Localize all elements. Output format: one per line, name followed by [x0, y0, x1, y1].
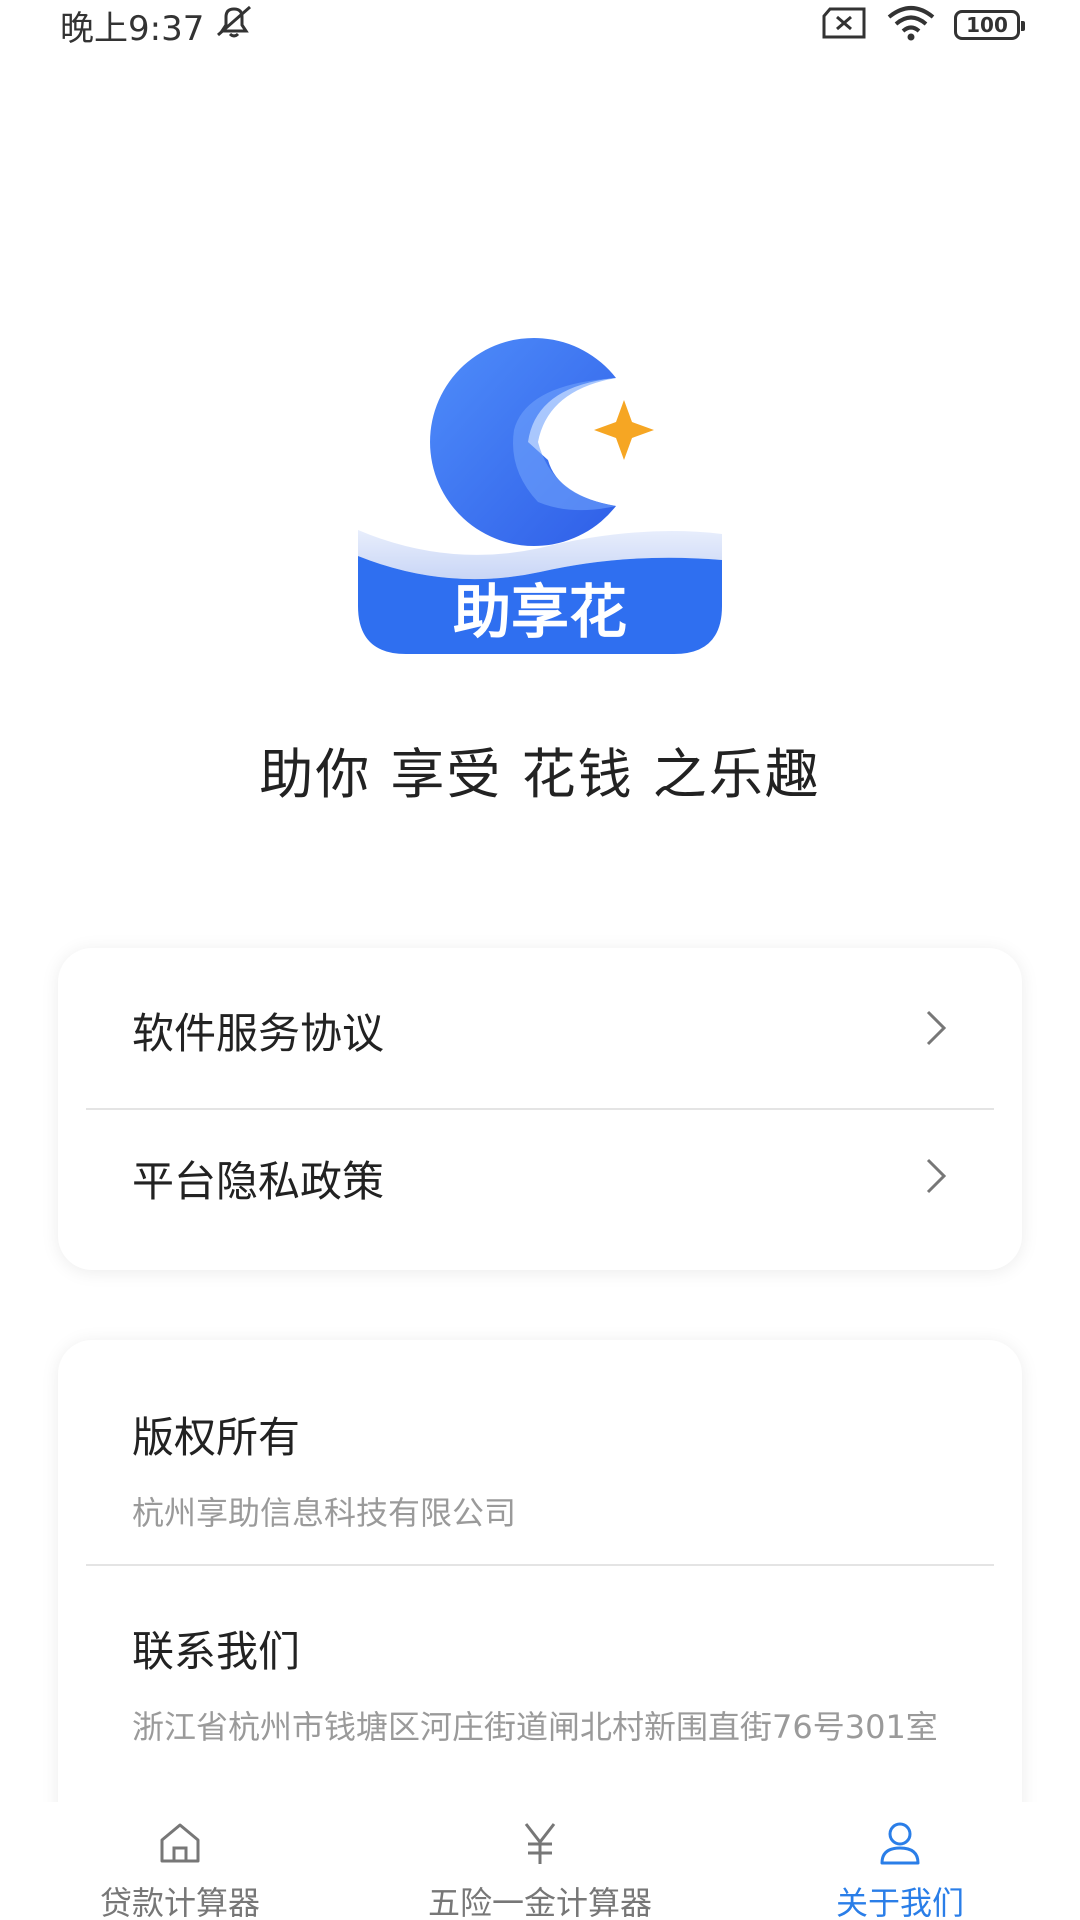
contact-title: 联系我们: [132, 1627, 301, 1676]
bottom-nav: 贷款计算器 五险一金计算器 关于我们: [0, 1802, 1080, 1920]
nav-about-us-label: 关于我们: [835, 1884, 964, 1920]
status-left: 晚上9:37: [60, 1, 256, 50]
nav-about-us[interactable]: 关于我们: [720, 1802, 1080, 1920]
chevron-right-icon: [924, 1008, 948, 1052]
nav-loan-calculator-label: 贷款计算器: [99, 1884, 260, 1920]
nav-insurance-calculator[interactable]: 五险一金计算器: [360, 1802, 720, 1920]
status-bar: 晚上9:37 100: [0, 0, 1080, 50]
status-right: 100: [820, 5, 1025, 45]
status-time: 晚上9:37: [60, 8, 205, 49]
battery-icon: 100: [954, 10, 1025, 40]
nav-insurance-calculator-label: 五险一金计算器: [427, 1884, 652, 1920]
contact-section: 联系我们 浙江省杭州市钱塘区河庄街道闸北村新围直街76号301室: [132, 1618, 972, 1753]
service-agreement-label: 软件服务协议: [132, 1008, 385, 1058]
copyright-title: 版权所有: [132, 1413, 301, 1462]
contact-value: 浙江省杭州市钱塘区河庄街道闸北村新围直街76号301室: [132, 1708, 938, 1746]
copyright-value: 杭州享助信息科技有限公司: [132, 1494, 517, 1532]
copyright-section: 版权所有 杭州享助信息科技有限公司: [132, 1404, 972, 1539]
battery-level: 100: [966, 13, 1008, 37]
agreements-card: 软件服务协议 平台隐私政策: [58, 948, 1022, 1270]
about-us-page: 晚上9:37 100 助享花 助你 享受 花钱 之乐趣 软件服务协议 平台隐私政…: [0, 0, 1080, 1920]
wifi-icon: [886, 5, 936, 45]
divider: [86, 1564, 994, 1566]
home-icon: [156, 1820, 204, 1870]
service-agreement-link[interactable]: 软件服务协议: [58, 956, 1022, 1104]
nav-loan-calculator[interactable]: 贷款计算器: [0, 1802, 360, 1920]
app-slogan: 助你 享受 花钱 之乐趣: [259, 743, 821, 806]
mute-icon: [212, 3, 256, 48]
yuan-icon: [516, 1820, 564, 1870]
logo-text: 助享花: [453, 578, 627, 646]
app-logo: 助享花: [358, 320, 722, 656]
sim-off-icon: [820, 6, 868, 44]
chevron-right-icon: [924, 1156, 948, 1200]
user-icon: [876, 1820, 924, 1870]
privacy-policy-label: 平台隐私政策: [132, 1156, 385, 1206]
privacy-policy-link[interactable]: 平台隐私政策: [58, 1104, 1022, 1252]
